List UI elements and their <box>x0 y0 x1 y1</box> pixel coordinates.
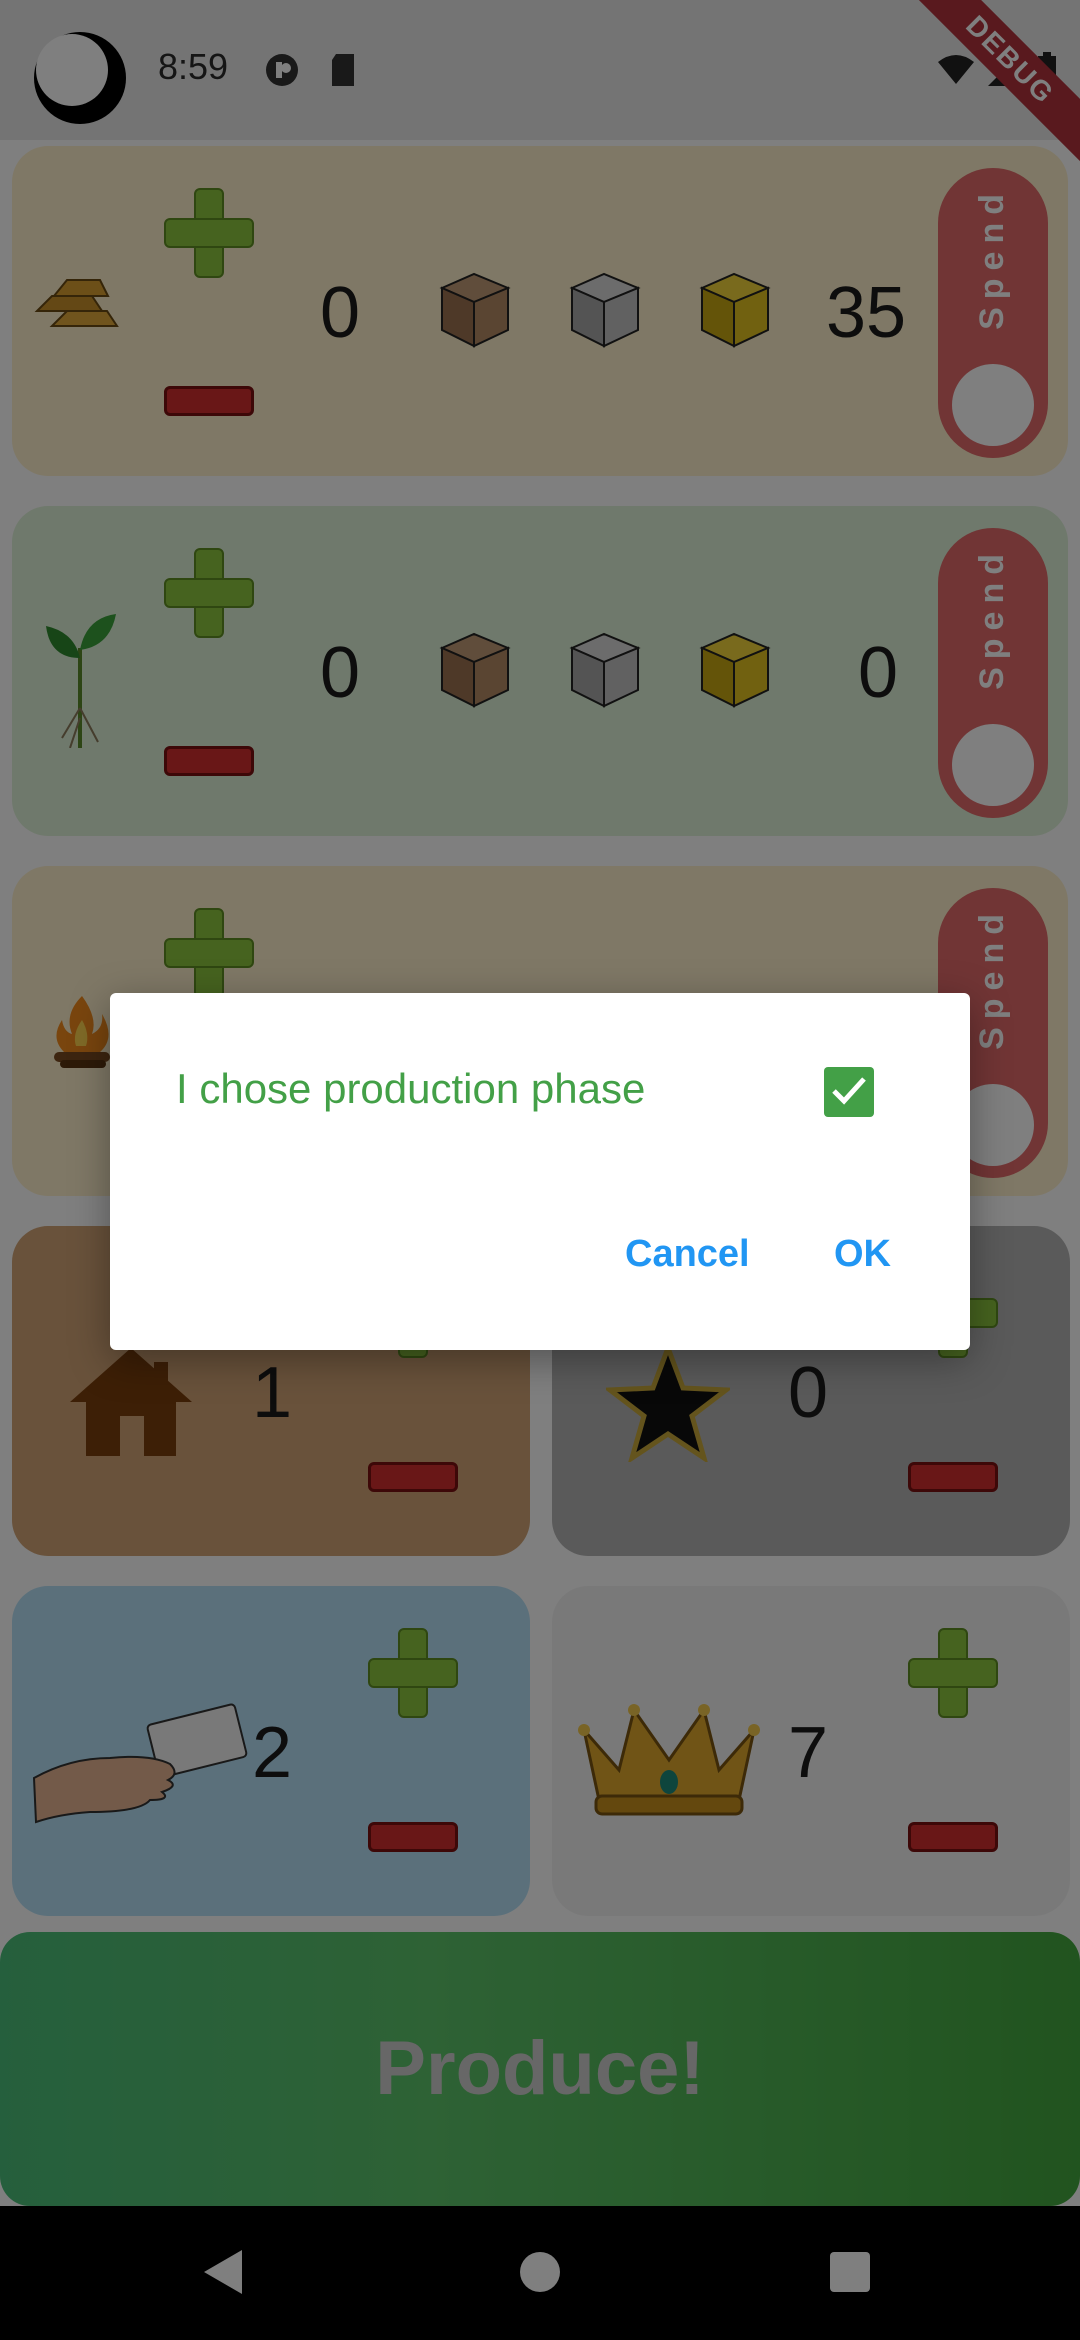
dialog-message: I chose production phase <box>176 1065 646 1112</box>
app-screen: 8:59 DEBUG 0 <box>0 0 1080 2340</box>
checkbox-checked-icon[interactable] <box>824 1067 874 1117</box>
ok-button[interactable]: OK <box>834 1233 891 1276</box>
cancel-button[interactable]: Cancel <box>625 1233 750 1276</box>
production-phase-dialog: I chose production phase Cancel OK <box>110 993 970 1350</box>
